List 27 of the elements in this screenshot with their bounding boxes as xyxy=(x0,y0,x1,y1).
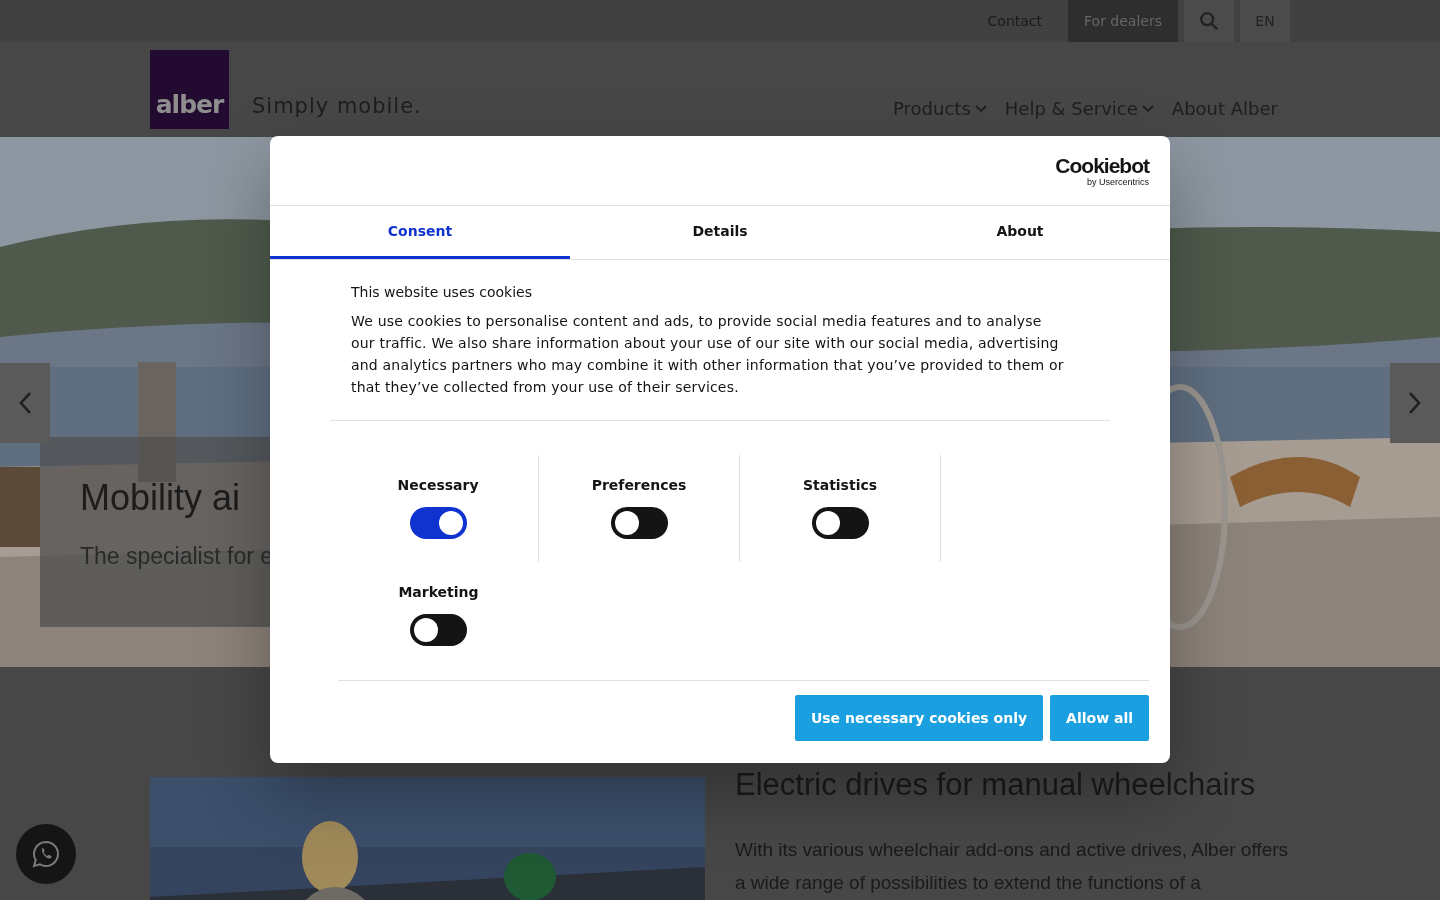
brand-name: Cookiebot xyxy=(1055,154,1149,177)
allow-all-button[interactable]: Allow all xyxy=(1050,695,1149,741)
toggle-label: Necessary xyxy=(397,477,479,493)
toggle-label: Statistics xyxy=(802,477,878,493)
dialog-tab[interactable]: Consent xyxy=(270,206,570,259)
phone-bubble-icon xyxy=(31,839,61,869)
dialog-text: We use cookies to personalise content and ads, to provide social media features and to analyse our traffic. We also share information about your use of our site with our social media, advertising and analytics partners who may combine it with other information that you’ve provided to them or that they’ve collected from your use of their services. xyxy=(351,312,1065,397)
brand-subtitle: by Usercentrics xyxy=(1087,176,1149,187)
chevron-right-icon xyxy=(1408,391,1422,415)
chevron-down-icon xyxy=(974,104,987,113)
toggle-switch[interactable] xyxy=(610,507,668,539)
necessary-only-button[interactable]: Use necessary cookies only xyxy=(794,695,1044,741)
chevron-left-icon xyxy=(18,391,32,415)
chevron-down-icon xyxy=(1141,104,1154,113)
toggle-label: Marketing xyxy=(398,584,479,600)
dialog-tab[interactable]: About xyxy=(870,206,1170,259)
toggle-switch[interactable] xyxy=(410,614,467,646)
toggle-switch[interactable] xyxy=(811,507,869,539)
toggle-label: Preferences xyxy=(591,477,687,493)
dialog-tab[interactable]: Details xyxy=(570,206,870,259)
logo[interactable]: alber xyxy=(150,50,229,129)
dialog-heading: This website uses cookies xyxy=(351,284,533,300)
dealers-button[interactable]: For dealers xyxy=(1068,0,1178,42)
toggle-switch[interactable] xyxy=(409,507,467,539)
hero-title: Mobility ai xyxy=(80,477,241,519)
chat-button[interactable] xyxy=(16,824,76,884)
search-icon xyxy=(1198,10,1220,32)
